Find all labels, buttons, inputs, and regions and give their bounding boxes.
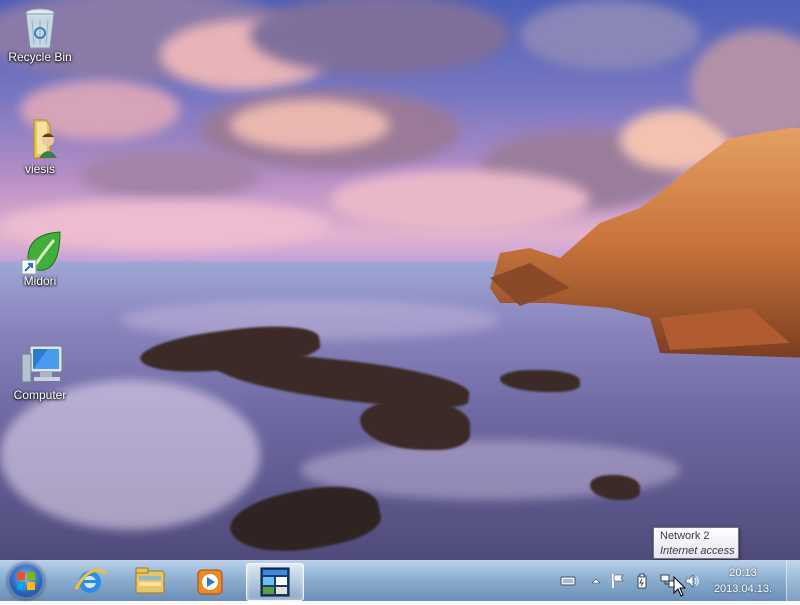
sunlit-cliff [490,128,800,358]
file-explorer-icon [135,567,165,594]
clock-date: 2013.04.13. [713,583,773,595]
tooltip-network-name: Network 2 [660,530,710,542]
computer-icon [20,344,63,384]
action-center-flag-icon[interactable] [610,573,626,589]
desktop-icon-label: Computer [13,388,67,402]
midori-browser-icon [20,230,61,275]
taskbar-internet-explorer[interactable] [62,563,118,599]
cloud [80,150,260,200]
windows-logo-icon [17,572,35,590]
cloud [230,100,390,150]
taskbar-media-player[interactable] [182,563,238,599]
wave-foam [0,380,260,530]
desktop-icon-user-folder[interactable]: viesis [2,118,78,176]
mouse-cursor-icon [673,576,687,597]
keyboard-icon[interactable] [560,573,576,589]
desktop-icon-label: Midori [23,274,57,288]
media-player-icon [197,569,223,595]
recycle-bin-icon [20,6,60,49]
network-tooltip: Network 2 Internet access [653,527,739,559]
tooltip-network-status: Internet access [660,545,735,557]
desktop-icon-label: viesis [24,162,55,176]
start-button[interactable] [8,563,44,599]
show-hidden-icons-arrow[interactable] [588,573,604,589]
internet-explorer-icon [74,568,107,593]
cloud [250,0,510,75]
cloud [520,0,700,70]
application-window-icon [260,567,290,597]
desktop-icon-label: Recycle Bin [8,50,72,64]
desktop-icon-recycle-bin[interactable]: Recycle Bin [2,6,78,64]
power-icon[interactable] [634,573,650,589]
desktop-icon-computer[interactable]: Computer [2,344,78,402]
taskbar-active-program[interactable] [246,563,304,601]
clock-time: 20:13 [729,567,757,579]
clock[interactable]: 20:13 2013.04.13. [707,565,779,597]
user-folder-icon [20,118,60,159]
desktop-icon-midori[interactable]: Midori [2,230,78,288]
desktop-wallpaper [0,0,800,560]
show-desktop-button[interactable] [786,561,800,601]
taskbar-windows-explorer[interactable] [122,563,178,599]
